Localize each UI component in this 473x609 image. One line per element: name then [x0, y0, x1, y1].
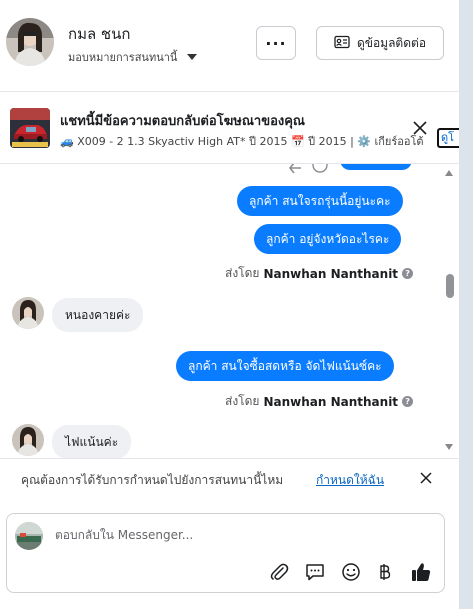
contact-avatar-small[interactable] [12, 424, 44, 456]
emoji-icon[interactable] [339, 560, 363, 584]
right-edge-strip [460, 0, 473, 609]
sent-by-prefix: ส่งโดย [225, 266, 260, 280]
sent-by-prefix: ส่งโดย [225, 394, 260, 408]
contact-name: กมล ชนก [68, 25, 131, 43]
reply-composer [6, 513, 445, 593]
view-ad-link[interactable]: ดูโ [437, 128, 459, 148]
message-list[interactable]: ลูกค้า สนใจรถรุ่นนี้อยู่นะคะ ลูกค้า อยู่… [0, 164, 459, 458]
contact-avatar-small[interactable] [12, 297, 44, 329]
close-icon[interactable] [418, 470, 434, 486]
assign-label: มอบหมายการสนทนานี้ [68, 51, 178, 64]
sender-name: Nanwhan Nanthanit [263, 394, 399, 409]
thumbs-up-icon[interactable] [409, 560, 433, 584]
sent-by-label: ส่งโดย Nanwhan Nanthanit ? [225, 392, 414, 411]
page-avatar [15, 522, 43, 550]
close-icon[interactable] [410, 118, 430, 138]
ad-reply-banner: แชทนี้มีข้อความตอบกลับต่อโฆษณาของคุณ 🚙 X… [0, 92, 459, 164]
message-scrollbar[interactable] [442, 166, 456, 456]
info-icon[interactable]: ? [402, 268, 414, 279]
assign-to-me-link[interactable]: กำหนดให้ฉัน [316, 471, 384, 490]
info-icon[interactable]: ? [402, 396, 414, 407]
outgoing-message[interactable]: ลูกค้า สนใจรถรุ่นนี้อยู่นะคะ [237, 186, 403, 216]
contact-card-icon [334, 35, 350, 52]
caret-down-icon [187, 54, 198, 60]
baht-payment-icon[interactable] [373, 560, 397, 584]
assign-suggestion-text: คุณต้องการได้รับการกำหนดไปยังการสนทนานี้… [21, 473, 284, 487]
reply-input[interactable] [55, 528, 425, 542]
view-contact-button[interactable]: ดูข้อมูลติดต่อ [316, 26, 444, 60]
conversation-header: กมล ชนก มอบหมายการสนทนานี้ ··· ดูข้อมูลต… [0, 0, 459, 92]
incoming-message[interactable]: หนองคายค่ะ [52, 298, 144, 332]
message-bubble-partial [340, 164, 412, 170]
view-contact-label: ดูข้อมูลติดต่อ [356, 35, 427, 50]
ad-banner-subtitle: 🚙 X009 - 2 1.3 Skyactiv High AT* ปี 2015… [60, 135, 424, 148]
assign-dropdown[interactable]: มอบหมายการสนทนานี้ [68, 48, 198, 66]
incoming-message[interactable]: ไฟแน้นค่ะ [52, 425, 132, 458]
scrollbar-thumb[interactable] [446, 274, 454, 298]
sent-by-label: ส่งโดย Nanwhan Nanthanit ? [225, 264, 414, 283]
outgoing-message[interactable]: ลูกค้า สนใจซื้อสดหรือ จัดไฟแน้นซ์คะ [176, 351, 394, 381]
contact-avatar[interactable] [6, 18, 54, 66]
scroll-down-arrow-icon[interactable] [445, 444, 453, 450]
more-options-button[interactable]: ··· [256, 26, 296, 60]
assign-suggestion-bar: คุณต้องการได้รับการกำหนดไปยังการสนทนานี้… [0, 458, 459, 498]
outgoing-message[interactable]: ลูกค้า อยู่จังหวัดอะไรคะ [254, 224, 402, 254]
conversation-panel: กมล ชนก มอบหมายการสนทนานี้ ··· ดูข้อมูลต… [0, 0, 460, 609]
ad-banner-title: แชทนี้มีข้อความตอบกลับต่อโฆษณาของคุณ [60, 114, 305, 129]
sender-name: Nanwhan Nanthanit [263, 266, 399, 281]
scroll-up-arrow-icon[interactable] [445, 170, 453, 176]
ad-thumbnail [10, 108, 50, 148]
message-reaction-icons[interactable] [288, 164, 332, 174]
paperclip-icon[interactable] [267, 560, 291, 584]
saved-reply-icon[interactable] [303, 560, 327, 584]
